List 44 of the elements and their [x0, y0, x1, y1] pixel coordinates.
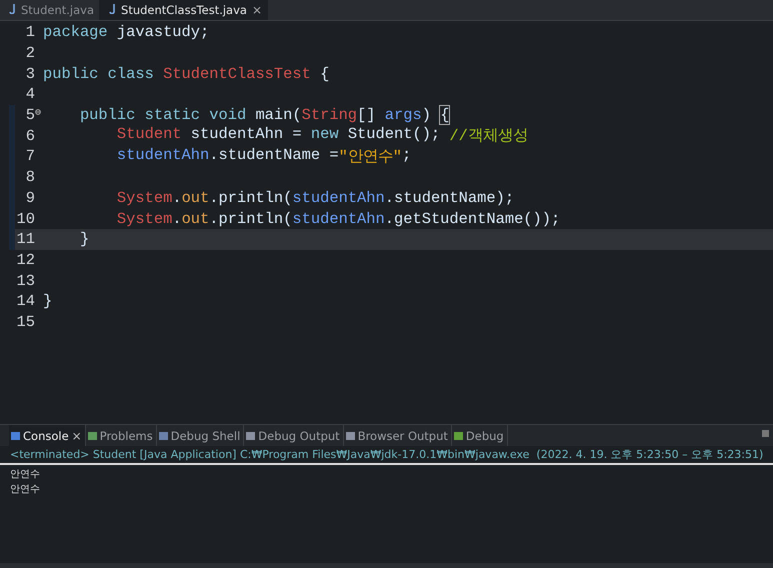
code-line: public class StudentClassTest {: [43, 64, 330, 83]
line-number: 7: [24, 147, 35, 166]
shell-icon: [158, 432, 168, 440]
output-icon: [346, 432, 355, 440]
console-header: <terminated> Student [Java Application] C:₩Program Files₩Java₩jdk-17.0.1₩bin₩javaw.exe (2022. 4. 19. 오후 5:23:50 – 오후 5:23:51): [0, 446, 773, 465]
code-line: Student studentAhn = new Student(); //객체생성: [116, 125, 528, 146]
line-number: 6: [24, 126, 35, 145]
close-icon[interactable]: ×: [252, 3, 262, 17]
problems-icon: [88, 432, 97, 440]
close-icon[interactable]: ×: [72, 428, 82, 442]
line-number: 15: [16, 312, 35, 331]
view-tab[interactable]: Debug Output: [244, 425, 344, 446]
line-number: 2: [24, 44, 35, 62]
code-line: System.out.println(studentAhn.getStudentName());: [116, 210, 560, 228]
line-number: 11: [16, 230, 35, 248]
code-line: }: [43, 292, 52, 310]
console-output-line: 안연수: [10, 468, 41, 482]
java-file-icon: [109, 4, 116, 16]
code-line: }: [78, 230, 90, 248]
line-number: 4: [24, 85, 35, 104]
console-output-line: 안연수: [10, 483, 41, 497]
view-tab[interactable]: Console ×: [9, 425, 86, 446]
view-tab[interactable]: Debug: [452, 425, 508, 446]
code-line: System.out.println(studentAhn.studentName);: [116, 188, 514, 207]
line-number: 12: [16, 250, 35, 269]
java-file-icon: [9, 4, 16, 16]
code-line: package javastudy;: [43, 23, 210, 42]
line-number: 14: [16, 292, 35, 310]
line-number: 9: [24, 188, 35, 207]
view-tab[interactable]: Problems: [86, 425, 157, 446]
line-number: 13: [16, 272, 35, 290]
line-number: 3: [24, 64, 35, 83]
view-tab[interactable]: Debug Shell: [156, 425, 244, 446]
output-icon: [246, 432, 256, 440]
line-number: 5: [24, 106, 35, 124]
line-number: 1: [24, 23, 35, 42]
console-icon: [11, 432, 20, 440]
line-number: 10: [16, 210, 35, 228]
view-tab[interactable]: Browser Output: [344, 425, 452, 446]
code-line: studentAhn.studentName ="안연수";: [116, 146, 412, 167]
line-number: 8: [24, 168, 35, 186]
debug-icon: [454, 432, 463, 440]
code-line: public static void main(String[] args) {: [78, 106, 450, 124]
editor-tab[interactable]: StudentClassTest.java ×: [100, 0, 268, 20]
